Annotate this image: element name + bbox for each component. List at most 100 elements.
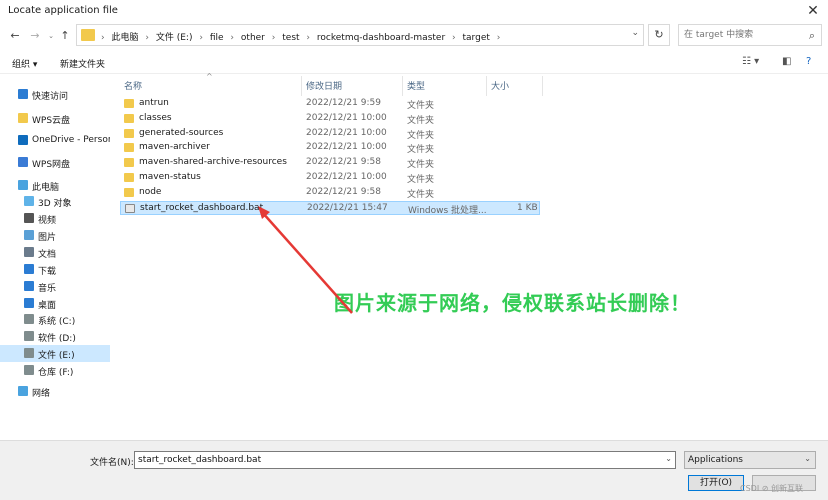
search-input[interactable] xyxy=(684,26,802,44)
help-icon[interactable]: ? xyxy=(806,56,811,67)
breadcrumb-item[interactable]: rocketmq-dashboard-master xyxy=(317,33,445,43)
chevron-down-icon[interactable]: ⌄ xyxy=(631,28,639,38)
sidebar-item-label: 此电脑 xyxy=(32,183,60,193)
file-row[interactable]: maven-archiver 2022/12/21 10:00 文件夹 xyxy=(120,141,540,155)
sidebar-item-label: 3D 对象 xyxy=(38,199,72,209)
filename-combobox[interactable]: ⌄ xyxy=(134,451,676,469)
file-size: 1 KB xyxy=(517,202,538,213)
file-type-filter[interactable]: Applications ⌄ xyxy=(684,451,816,469)
chevron-down-icon[interactable]: ⌄ xyxy=(665,454,672,463)
sidebar-item[interactable]: 网络 xyxy=(0,383,110,400)
file-row[interactable]: maven-shared-archive-resources 2022/12/21… xyxy=(120,156,540,170)
file-row[interactable]: generated-sources 2022/12/21 10:00 文件夹 xyxy=(120,127,540,141)
column-header-name[interactable]: 名称 xyxy=(124,79,142,92)
preview-pane-icon[interactable]: ◧ xyxy=(782,56,791,67)
picture-icon xyxy=(24,230,34,240)
breadcrumb-item[interactable]: 此电脑 xyxy=(111,33,138,43)
sidebar-item-label: 文件 (E:) xyxy=(38,351,75,361)
folder-icon xyxy=(124,187,134,197)
command-bar: 组织 ▾ 新建文件夹 ☷ ▾ ◧ ? xyxy=(0,52,828,74)
wps-cloud-icon xyxy=(18,157,28,167)
dialog-footer: 文件名(N): ⌄ Applications ⌄ 打开(O) CSDI ⊘ 创新… xyxy=(0,440,828,500)
open-button[interactable]: 打开(O) xyxy=(688,475,744,491)
folder-icon xyxy=(124,158,134,168)
sort-ascending-icon: ^ xyxy=(206,72,213,81)
sidebar-item[interactable]: 软件 (D:) xyxy=(0,328,110,345)
window-title: Locate application file xyxy=(8,5,118,16)
breadcrumb-item[interactable]: test xyxy=(282,33,299,43)
sidebar-item-label: 图片 xyxy=(38,233,57,243)
breadcrumb-item[interactable]: other xyxy=(241,33,265,43)
sidebar-item[interactable]: OneDrive - Persona xyxy=(0,132,110,149)
new-folder-button[interactable]: 新建文件夹 xyxy=(60,57,105,70)
file-row[interactable]: classes 2022/12/21 10:00 文件夹 xyxy=(120,112,540,126)
file-date: 2022/12/21 10:00 xyxy=(306,142,387,153)
file-date: 2022/12/21 9:58 xyxy=(306,157,381,168)
file-type: 文件夹 xyxy=(407,175,435,185)
sidebar-item[interactable]: 下载 xyxy=(0,261,110,278)
breadcrumb-item[interactable]: target xyxy=(463,33,490,43)
column-header-date[interactable]: 修改日期 xyxy=(306,79,342,92)
file-type: 文件夹 xyxy=(407,101,435,111)
file-date: 2022/12/21 10:00 xyxy=(306,127,387,138)
arrow-up-icon[interactable]: ↑ xyxy=(58,28,72,44)
filename-input[interactable] xyxy=(138,453,658,467)
search-icon[interactable]: ⌕ xyxy=(809,29,815,43)
sidebar-item-label: 软件 (D:) xyxy=(38,334,76,344)
sidebar-item[interactable]: 系统 (C:) xyxy=(0,311,110,328)
sidebar-item[interactable]: 文档 xyxy=(0,244,110,261)
sidebar-item[interactable]: 视频 xyxy=(0,210,110,227)
file-row[interactable]: maven-status 2022/12/21 10:00 文件夹 xyxy=(120,171,540,185)
title-bar: Locate application file ✕ xyxy=(0,0,828,22)
file-date: 2022/12/21 9:58 xyxy=(306,186,381,197)
folder-icon xyxy=(124,173,134,182)
sidebar-item-label: WPS云盘 xyxy=(32,116,71,126)
folder-icon xyxy=(124,99,134,108)
file-list: ^ 名称 修改日期 类型 大小 antrun 2022/12/21 9:59 文件夹… xyxy=(112,72,828,444)
column-header-size[interactable]: 大小 xyxy=(491,79,509,92)
file-date: 2022/12/21 15:47 xyxy=(307,202,388,213)
file-type: 文件夹 xyxy=(407,189,435,200)
file-row[interactable]: antrun 2022/12/21 9:59 文件夹 xyxy=(120,97,540,111)
sidebar-item[interactable]: 音乐 xyxy=(0,278,110,295)
sidebar-item-label: 网络 xyxy=(32,389,51,399)
cloud-icon xyxy=(18,135,28,145)
sidebar-item[interactable]: WPS网盘 xyxy=(0,154,110,171)
sidebar-item[interactable]: WPS云盘 xyxy=(0,110,110,127)
chevron-down-icon[interactable]: ⌄ xyxy=(804,454,811,463)
corner-watermark: CSDI ⊘ 创新互联 xyxy=(740,484,803,493)
sidebar-item-label: 文档 xyxy=(38,250,57,260)
sidebar-item[interactable]: 图片 xyxy=(0,227,110,244)
organize-button[interactable]: 组织 ▾ xyxy=(12,57,37,70)
file-row[interactable]: start_rocket_dashboard.bat 2022/12/21 15:… xyxy=(120,200,540,216)
computer-icon xyxy=(18,180,28,190)
close-icon[interactable]: ✕ xyxy=(798,0,828,22)
column-header-row: ^ 名称 修改日期 类型 大小 xyxy=(112,72,543,96)
recent-dropdown-icon[interactable]: ⌄ xyxy=(44,28,58,44)
sidebar-item[interactable]: 快速访问 xyxy=(0,86,110,103)
search-box[interactable]: ⌕ xyxy=(678,24,822,46)
sidebar-item[interactable]: 3D 对象 xyxy=(0,193,110,210)
sidebar-item-label: 快速访问 xyxy=(32,92,69,102)
file-row[interactable]: node 2022/12/21 9:58 文件夹 xyxy=(120,186,540,200)
arrow-left-icon[interactable]: ← xyxy=(8,28,22,44)
sidebar-item[interactable]: 此电脑 xyxy=(0,177,110,194)
drive-icon xyxy=(24,348,34,358)
sidebar-item[interactable]: 文件 (E:) xyxy=(0,345,110,362)
drive-icon xyxy=(24,365,34,375)
network-icon xyxy=(18,386,28,396)
column-header-type[interactable]: 类型 xyxy=(407,79,425,92)
cube-icon xyxy=(24,196,34,206)
arrow-right-icon[interactable]: → xyxy=(28,28,42,44)
breadcrumb-item[interactable]: file xyxy=(210,33,224,43)
sidebar-item-label: 系统 (C:) xyxy=(38,317,76,327)
sidebar-item[interactable]: 桌面 xyxy=(0,295,110,312)
file-date: 2022/12/21 9:59 xyxy=(306,98,381,108)
sidebar-item[interactable]: 仓库 (F:) xyxy=(0,362,110,379)
address-bar[interactable]: › 此电脑 › 文件 (E:) › file › other › test › … xyxy=(76,24,644,46)
refresh-icon[interactable]: ↻ xyxy=(648,24,670,46)
sidebar-item-label: 音乐 xyxy=(38,284,57,294)
view-options-icon[interactable]: ☷ ▾ xyxy=(742,56,759,67)
file-name: maven-shared-archive-resources xyxy=(139,157,287,168)
breadcrumb-item[interactable]: 文件 (E:) xyxy=(156,33,193,43)
